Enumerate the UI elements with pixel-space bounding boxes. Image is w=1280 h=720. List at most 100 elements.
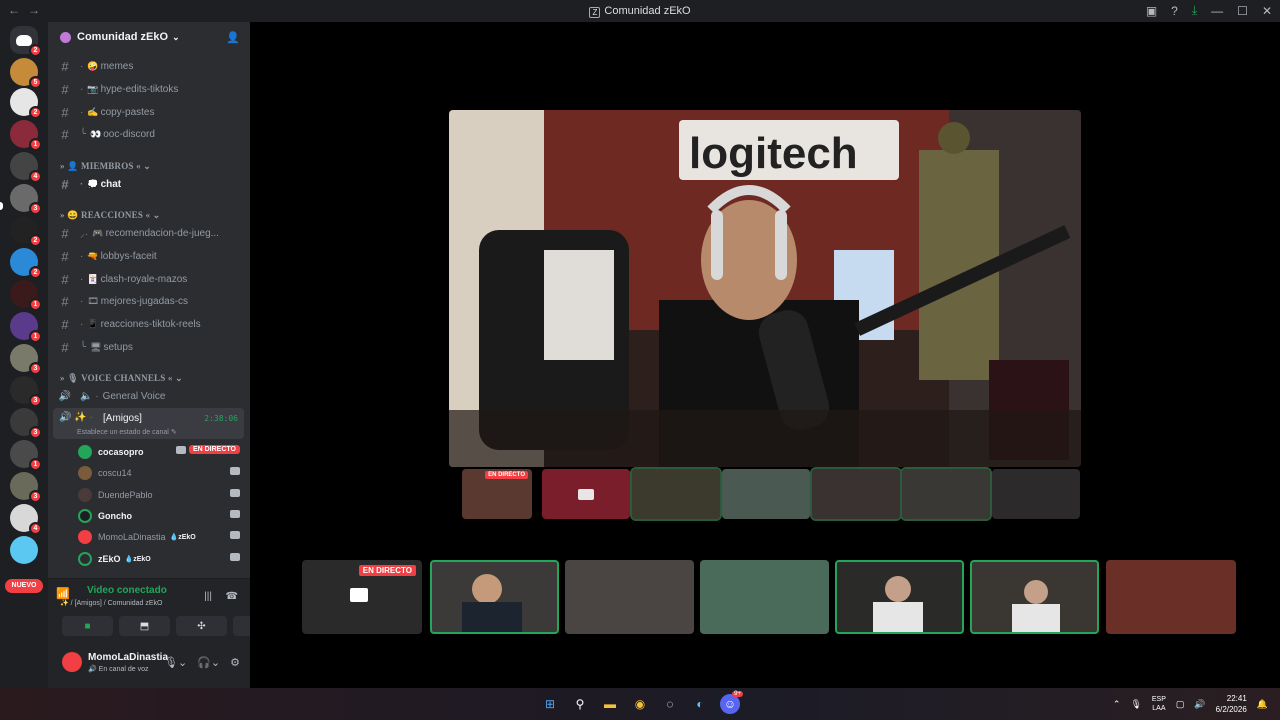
main-video-stream[interactable]: logitech [449, 110, 1081, 467]
chevron-up-icon[interactable]: ⌃ [1113, 699, 1121, 710]
server-icon[interactable]: 2 [10, 216, 42, 247]
channel-setups[interactable]: # ╰ 🖥 setups [56, 337, 244, 357]
close-icon[interactable]: ✕ [1262, 4, 1272, 18]
participant-tile[interactable] [565, 560, 694, 634]
maximize-icon[interactable]: ☐ [1237, 4, 1248, 18]
connection-location-text: [Amigos] / Comunidad zEkO [74, 600, 163, 607]
channel-lobbys-faceit[interactable]: # · 🔫 lobbys-faceit [56, 246, 244, 266]
app-icon[interactable]: ◌ [660, 694, 680, 714]
server-icon[interactable]: 4 [10, 152, 42, 183]
participant-face [885, 576, 911, 602]
dot: · [80, 250, 84, 262]
clock[interactable]: 22:41 6/2/2026 [1216, 693, 1247, 715]
file-explorer-icon[interactable]: ▬ [600, 694, 620, 714]
voice-user[interactable]: coscu14 [78, 463, 246, 482]
voice-user[interactable]: DuendePablo [78, 485, 246, 504]
microphone-icon[interactable]: 🎙 [1130, 699, 1141, 710]
camera-icon: ■ [84, 620, 91, 632]
server-icon[interactable]: 2 [10, 248, 42, 279]
channel-label: [Amigos] [103, 413, 142, 424]
channel-status[interactable]: Establece un estado de canal ✎ [77, 428, 177, 436]
inbox-icon[interactable]: ▣ [1146, 4, 1157, 18]
minimize-icon[interactable]: — [1211, 4, 1223, 18]
stream-thumbnail[interactable] [810, 467, 902, 521]
disconnect-icon[interactable]: ☎ [226, 591, 238, 602]
server-icon[interactable]: 3 [10, 376, 42, 407]
chrome-icon[interactable]: ◉ [630, 694, 650, 714]
channel-chat[interactable]: # · 💭 chat [56, 174, 244, 194]
download-icon[interactable]: ⤓ [1192, 3, 1197, 18]
user-name[interactable]: MomoLaDinastia [88, 652, 168, 663]
participant-tile[interactable]: EN DIRECTO [302, 560, 422, 634]
channel-recomendacion[interactable]: # ⸝· 🎮 recomendacion-de-jueg... [56, 223, 244, 243]
category-reacciones[interactable]: » 😀 REACCIONES « ⌄ [60, 210, 160, 221]
server-icon[interactable]: 3 [10, 344, 42, 375]
channel-memes[interactable]: # · 🤪 memes [56, 56, 244, 76]
noise-suppression-icon[interactable]: ||| [204, 591, 212, 602]
hash-icon: # [61, 248, 69, 264]
server-icon[interactable]: 1 [10, 440, 42, 471]
direct-messages-button[interactable]: 2 [10, 26, 42, 57]
stream-thumbnail[interactable] [630, 467, 722, 521]
server-icon[interactable]: 3 [10, 472, 42, 503]
voice-user[interactable]: Goncho [78, 506, 246, 525]
invite-icon[interactable]: 👤 [226, 31, 240, 44]
start-icon[interactable]: ⊞ [540, 694, 560, 714]
steam-icon[interactable]: ◐ [690, 694, 710, 714]
stream-thumbnail[interactable] [992, 469, 1080, 519]
category-miembros[interactable]: » 👤 MIEMBROS « ⌄ [60, 161, 151, 172]
participant-tile[interactable] [1106, 560, 1236, 634]
voice-user[interactable]: cocasopro EN DIRECTO [78, 442, 246, 461]
channel-mejores-jugadas[interactable]: # · 🎞 mejores-jugadas-cs [56, 291, 244, 311]
server-icon[interactable]: 3 [10, 184, 42, 215]
voice-user[interactable]: MomoLaDinastia 💧zEkO [78, 527, 246, 546]
channel-emoji: 📷 [87, 83, 99, 94]
participant-tile[interactable] [700, 560, 829, 634]
server-header[interactable]: Comunidad zEkO ⌄ 👤 [48, 22, 250, 52]
discord-taskbar-icon[interactable]: ☺ 9+ [720, 691, 743, 714]
network-icon[interactable]: ▢ [1176, 699, 1185, 710]
volume-icon[interactable]: 🔊 [1194, 699, 1205, 710]
server-icon[interactable]: 4 [10, 504, 42, 535]
notifications-icon[interactable]: 🔔 [1257, 699, 1268, 710]
dot: · [80, 83, 84, 95]
server-icon[interactable]: 1 [10, 120, 42, 151]
voice-user-name: coscu14 [98, 467, 132, 478]
channel-ooc-discord[interactable]: # ╰ 👀 ooc-discord [56, 124, 244, 144]
voice-channel-amigos[interactable]: 🔊 ✨ · [Amigos] 2:38:06 Establece un esta… [53, 408, 244, 439]
channel-hype-edits[interactable]: # · 📷 hype-edits-tiktoks [56, 79, 244, 99]
server-icon[interactable]: 1 [10, 280, 42, 311]
microphone-icon[interactable]: 🎙⌄ [164, 656, 187, 669]
server-icon[interactable]: 3 [10, 408, 42, 439]
stream-thumbnail[interactable] [722, 469, 810, 519]
channel-clash-royale[interactable]: # · 🃏 clash-royale-mazos [56, 269, 244, 289]
avatar[interactable] [62, 652, 82, 672]
help-icon[interactable]: ? [1171, 4, 1178, 18]
language-indicator[interactable]: ESP LAA [1152, 695, 1166, 713]
voice-user[interactable]: zEkO 💧zEkO [78, 549, 246, 568]
headphones-icon[interactable]: 🎧⌄ [197, 656, 220, 669]
stream-thumbnail-self[interactable] [542, 469, 630, 519]
participant-tile[interactable] [970, 560, 1099, 634]
settings-icon[interactable]: ⚙ [230, 656, 240, 669]
stream-thumbnail[interactable]: EN DIRECTO [462, 469, 532, 519]
category-voice-channels[interactable]: » 🎙 VOICE CHANNELS « ⌄ [60, 373, 183, 384]
server-icon[interactable] [10, 536, 38, 564]
voice-channel-general[interactable]: 🔊 🔈 · General Voice [56, 386, 244, 406]
dot: ╰ [80, 128, 87, 140]
channel-reacciones-tiktok[interactable]: # · 📱 reacciones-tiktok-reels [56, 314, 244, 334]
server-icon[interactable]: 2 [10, 88, 42, 119]
channel-copy-pastes[interactable]: # · ✍ copy-pastes [56, 102, 244, 122]
participant-tile[interactable] [835, 560, 964, 634]
server-icon[interactable]: 5 [10, 58, 42, 89]
stream-thumbnail[interactable] [900, 467, 992, 521]
server-icon[interactable]: 1 [10, 312, 42, 343]
hash-icon: # [61, 126, 69, 142]
participant-tile[interactable] [430, 560, 559, 634]
screen-share-button[interactable]: ⬒ [119, 616, 170, 636]
connection-location[interactable]: ✨ / [Amigos] / Comunidad zEkO [60, 599, 163, 607]
search-icon[interactable]: ⚲ [570, 694, 590, 714]
activities-button[interactable]: ✣ [176, 616, 227, 636]
avatar [78, 551, 92, 566]
camera-button[interactable]: ■ [62, 616, 113, 636]
